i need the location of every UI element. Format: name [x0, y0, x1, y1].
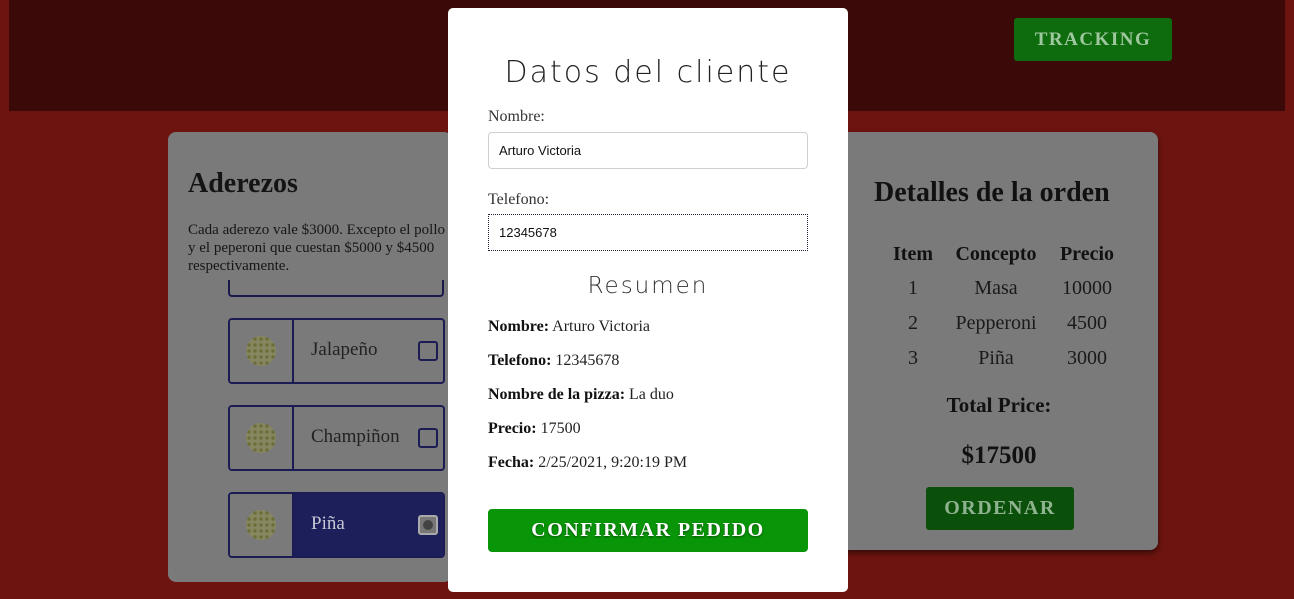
resumen-key: Telefono: — [488, 352, 552, 369]
aderezos-description: Cada aderezo vale $3000. Excepto el poll… — [188, 222, 445, 274]
orden-title: Detalles de la orden — [874, 177, 1110, 208]
table-cell: Pepperoni — [955, 312, 1037, 334]
pina-image — [230, 494, 294, 556]
table-cell: Piña — [978, 347, 1014, 369]
topping-label: Piña — [311, 513, 345, 534]
resumen-value: 17500 — [540, 420, 581, 437]
resumen-value: La duo — [629, 386, 674, 403]
resumen-key: Nombre de la pizza: — [488, 386, 626, 403]
nombre-label: Nombre: — [488, 108, 545, 125]
resumen-fecha: Fecha: 2/25/2021, 9:20:19 PM — [488, 454, 687, 472]
topping-checkbox[interactable] — [418, 428, 438, 448]
resumen-value: 12345678 — [555, 352, 620, 369]
resumen-title: Resumen — [587, 273, 709, 299]
jalapeno-image — [230, 320, 294, 382]
table-row: 3 Piña 3000 — [878, 341, 1130, 376]
tracking-button[interactable]: TRACKING — [1014, 18, 1172, 61]
column-header: Item — [893, 243, 933, 265]
table-cell: 3 — [908, 347, 918, 369]
topping-item-pina[interactable]: Piña — [228, 492, 445, 558]
topping-checkbox[interactable] — [418, 341, 438, 361]
table-row: 2 Pepperoni 4500 — [878, 306, 1130, 341]
nombre-input[interactable] — [488, 132, 808, 169]
table-row: 1 Masa 10000 — [878, 271, 1130, 306]
table-header-row: Item Concepto Precio — [878, 238, 1130, 271]
resumen-pizza: Nombre de la pizza: La duo — [488, 386, 674, 404]
topping-item-champinon[interactable]: Champiñon — [228, 405, 445, 471]
telefono-input[interactable] — [488, 214, 808, 251]
telefono-label: Telefono: — [488, 191, 550, 208]
topping-checkbox[interactable] — [418, 515, 438, 535]
resumen-value: Arturo Victoria — [552, 318, 650, 335]
ordenar-button[interactable]: ORDENAR — [926, 487, 1074, 530]
orden-table: Item Concepto Precio 1 Masa 10000 2 Pepp… — [878, 238, 1130, 376]
table-cell: 4500 — [1067, 312, 1107, 334]
champinon-image — [230, 407, 294, 469]
total-price-value: $17500 — [961, 442, 1037, 469]
confirmar-pedido-button[interactable]: CONFIRMAR PEDIDO — [488, 509, 808, 552]
table-cell: Masa — [974, 277, 1018, 299]
resumen-nombre: Nombre: Arturo Victoria — [488, 318, 650, 336]
table-cell: 10000 — [1062, 277, 1112, 299]
total-price-label: Total Price: — [946, 393, 1052, 417]
column-header: Precio — [1059, 243, 1115, 265]
modal-title: Datos del cliente — [504, 55, 792, 90]
resumen-telefono: Telefono: 12345678 — [488, 352, 619, 370]
resumen-precio: Precio: 17500 — [488, 420, 581, 438]
topping-label: Champiñon — [311, 426, 400, 447]
resumen-key: Nombre: — [488, 318, 550, 335]
topping-label: Jalapeño — [311, 339, 378, 360]
table-cell: 1 — [908, 277, 918, 299]
topping-item-jalapeno[interactable]: Jalapeño — [228, 318, 445, 384]
customer-modal: Datos del cliente Nombre: Telefono: Resu… — [448, 8, 848, 592]
aderezos-title: Aderezos — [188, 168, 298, 199]
table-cell: 2 — [908, 312, 918, 334]
resumen-value: 2/25/2021, 9:20:19 PM — [538, 454, 688, 471]
table-cell: 3000 — [1067, 347, 1107, 369]
resumen-key: Precio: — [488, 420, 537, 437]
column-header: Concepto — [955, 243, 1037, 265]
resumen-key: Fecha: — [488, 454, 535, 471]
topping-item-partial[interactable] — [228, 280, 444, 297]
